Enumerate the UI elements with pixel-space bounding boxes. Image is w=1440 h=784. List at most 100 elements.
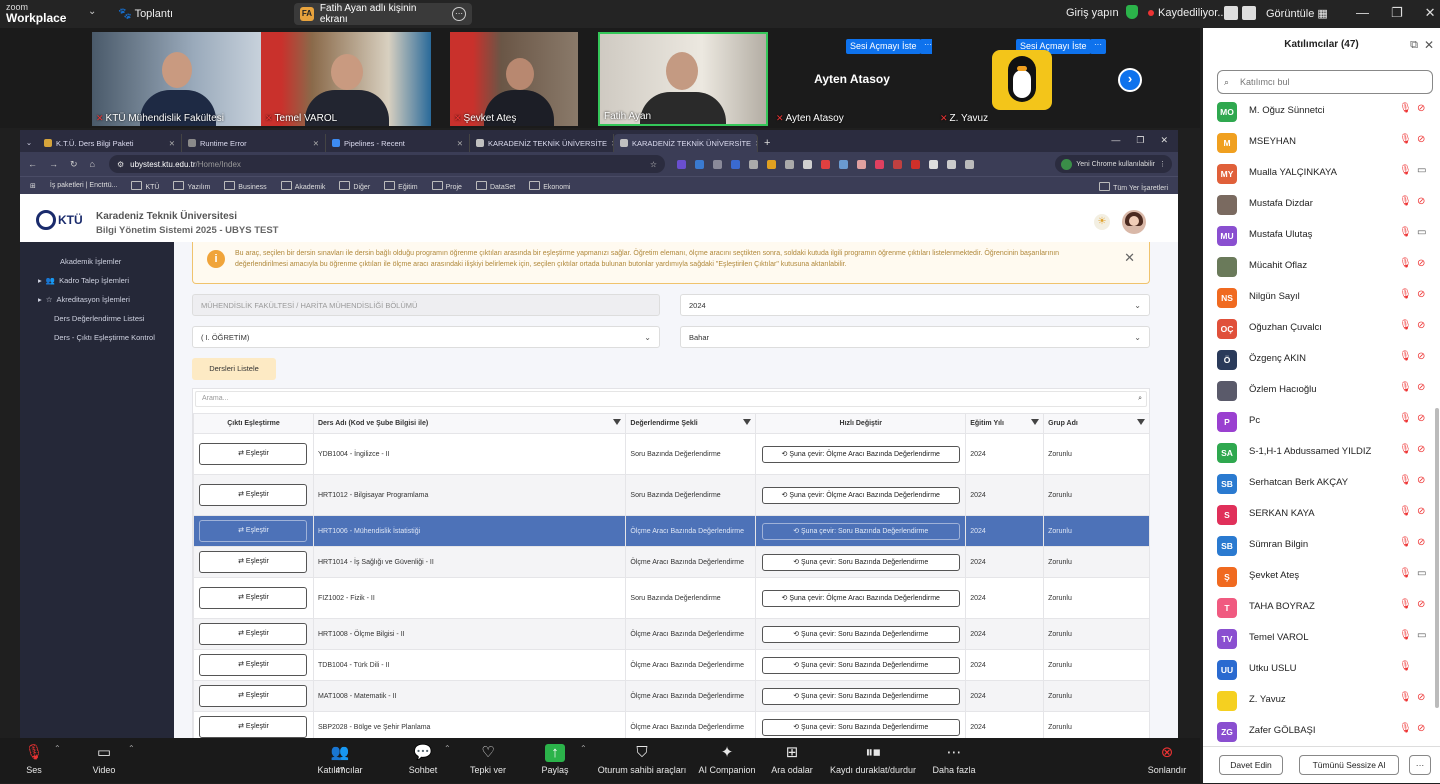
next-page-arrow-icon[interactable]: › <box>1118 68 1142 92</box>
participant-row[interactable]: MO M. Oğuz Sünnetci 🎙 ⊘ <box>1203 96 1440 127</box>
pause-stop-recording-button[interactable]: ⏸⏹ Kaydı duraklat/durdur <box>826 738 920 783</box>
participant-row[interactable]: TV Temel VAROL 🎙 ▭ <box>1203 623 1440 654</box>
video-tile[interactable]: ✕ Şevket Ateş <box>450 32 578 126</box>
screen-share-badge[interactable]: FA Fatih Ayan adlı kişinin ekranı ··· <box>294 3 472 25</box>
site-info-icon[interactable]: ⚙ <box>117 160 124 169</box>
more-icon[interactable]: ··· <box>1090 39 1106 54</box>
stop-recording-icon[interactable] <box>1242 6 1256 20</box>
bookmark-folder[interactable]: DataSet <box>476 181 515 191</box>
extension-icon[interactable] <box>892 159 902 169</box>
quick-change-button[interactable]: ⟲ Şuna çevir: Soru Bazında Değerlendirme <box>761 522 960 540</box>
participant-row[interactable]: Z. Yavuz 🎙 ⊘ <box>1203 685 1440 716</box>
extension-icon[interactable] <box>694 159 704 169</box>
quick-change-button[interactable]: ⟲ Şuna çevir: Ölçme Aracı Bazında Değerl… <box>761 589 960 607</box>
chevron-down-icon[interactable]: ⌄ <box>88 6 96 17</box>
participant-row[interactable]: MY Mualla YALÇINKAYA 🎙 ▭ <box>1203 158 1440 189</box>
education-type-select[interactable]: ( I. ÖĞRETİM) ⌄ <box>192 326 660 348</box>
table-row[interactable]: ⇄ Eşleştir HRT1008 - Ölçme Bilgisi - II Öl… <box>193 618 1150 650</box>
grid-search-input[interactable]: Arama... ⌕ <box>195 391 1147 407</box>
sidebar-item-course-outcome-matching[interactable]: Ders - Çıktı Eşleştirme Kontrol <box>20 328 174 346</box>
bookmark-folder[interactable]: Ekonomi <box>529 181 570 191</box>
meeting-menu[interactable]: 🐾 Toplantı <box>118 7 173 20</box>
bookmark-folder[interactable]: KTÜ <box>131 181 159 191</box>
extension-icon[interactable] <box>712 159 722 169</box>
quick-change-button[interactable]: ⟲ Şuna çevir: Soru Bazında Değerlendirme <box>761 625 960 643</box>
more-icon[interactable]: ··· <box>920 39 932 54</box>
participant-row[interactable]: SB Sümran Bilgin 🎙 ⊘ <box>1203 530 1440 561</box>
share-button[interactable]: ↑ Paylaş ⌃ <box>538 738 587 783</box>
host-tools-button[interactable]: ⛉ Oturum sahibi araçları <box>596 738 688 783</box>
participants-button[interactable]: 👥47 Katılımcılar <box>312 738 368 783</box>
participant-row[interactable]: M MSEYHAN 🎙 ⊘ <box>1203 127 1440 158</box>
browser-tab[interactable]: Runtime Error ✕ <box>182 134 326 152</box>
participant-row[interactable]: OÇ Oğuzhan Çuvalcı 🎙 ⊘ <box>1203 313 1440 344</box>
participant-row[interactable]: Mücahit Oflaz 🎙 ⊘ <box>1203 251 1440 282</box>
video-tile[interactable]: ✕ KTÜ Mühendislik Fakültesi <box>92 32 262 126</box>
apps-grid-icon[interactable]: ⊞ <box>30 182 36 190</box>
quick-change-button[interactable]: ⟲ Şuna çevir: Soru Bazında Değerlendirme <box>761 687 960 705</box>
maximize-icon[interactable]: ❐ <box>1136 135 1144 146</box>
faculty-select[interactable]: MÜHENDİSLİK FAKÜLTESİ / HARİTA MÜHENDİSL… <box>192 294 660 316</box>
table-row[interactable]: ⇄ Eşleştir YDB1004 - İngilizce - II Soru B… <box>193 433 1150 475</box>
more-icon[interactable]: ··· <box>452 7 466 21</box>
chat-button[interactable]: 💬 Sohbet ⌃ <box>404 738 451 783</box>
extension-icon[interactable] <box>784 159 794 169</box>
breakout-rooms-button[interactable]: ⊞ Ara odalar <box>770 738 814 783</box>
match-button[interactable]: ⇄ Eşleştir <box>199 520 308 542</box>
login-link[interactable]: Giriş yapın <box>1066 7 1119 19</box>
all-bookmarks[interactable]: Tüm Yer İşaretleri <box>1099 182 1168 192</box>
shield-icon[interactable] <box>1126 5 1138 19</box>
sidebar-item-accreditation[interactable]: ▸ ☆ Akreditasyon İşlemleri <box>20 290 174 308</box>
chrome-update-button[interactable]: Yeni Chrome kullanılabilir ⋮ <box>1055 155 1172 173</box>
close-icon[interactable]: ✕ <box>1425 5 1436 21</box>
column-header[interactable]: Ders Adı (Kod ve Şube Bilgisi ile) <box>312 413 627 434</box>
invite-button[interactable]: Davet Edin <box>1219 755 1283 775</box>
browser-tab[interactable]: KARADENİZ TEKNİK ÜNİVERSİTE✕ <box>470 134 614 152</box>
browser-tab[interactable]: Pipelines - Recent ✕ <box>326 134 470 152</box>
bookmark-folder[interactable]: Yazılım <box>173 181 210 191</box>
bookmark-folder[interactable]: Business <box>224 181 266 191</box>
reload-icon[interactable]: ↻ <box>70 159 78 170</box>
ask-to-unmute-button[interactable]: Sesi Açmayı İste <box>846 39 921 54</box>
participant-row[interactable]: MU Mustafa Ulutaş 🎙 ▭ <box>1203 220 1440 251</box>
pause-recording-icon[interactable] <box>1224 6 1238 20</box>
column-header[interactable]: Grup Adı <box>1043 413 1150 434</box>
quick-change-button[interactable]: ⟲ Şuna çevir: Ölçme Aracı Bazında Değerl… <box>761 445 960 463</box>
extension-icon[interactable] <box>838 159 848 169</box>
user-avatar[interactable] <box>1122 210 1146 234</box>
table-row[interactable]: ⇄ Eşleştir TDB1004 - Türk Dili - II Ölçme … <box>193 649 1150 681</box>
video-tile-active-speaker[interactable]: Fatih Ayan <box>598 32 768 126</box>
forward-icon[interactable]: → <box>49 159 58 170</box>
participant-row[interactable]: T TAHA BOYRAZ 🎙 ⊘ <box>1203 592 1440 623</box>
table-row[interactable]: ⇄ Eşleştir FIZ1002 - Fizik - II Soru Bazın… <box>193 577 1150 619</box>
participant-row[interactable]: Mustafa Dizdar 🎙 ⊘ <box>1203 189 1440 220</box>
extension-icon[interactable] <box>928 159 938 169</box>
extension-icon[interactable] <box>874 159 884 169</box>
column-header[interactable]: Değerlendirme Şekli <box>625 413 757 434</box>
match-button[interactable]: ⇄ Eşleştir <box>199 587 308 609</box>
table-row[interactable]: ⇄ Eşleştir SBP2028 - Bölge ve Şehir Planl… <box>193 711 1150 738</box>
video-tile[interactable]: ✕ Temel VAROL <box>261 32 431 126</box>
home-icon[interactable]: ⌂ <box>90 159 95 170</box>
extension-icon[interactable] <box>802 159 812 169</box>
participant-row[interactable]: Ş Şevket Ateş 🎙 ▭ <box>1203 561 1440 592</box>
sidebar-item-academic[interactable]: Akademik İşlemler <box>20 252 174 270</box>
participant-row[interactable]: S SERKAN KAYA 🎙 ⊘ <box>1203 499 1440 530</box>
ai-companion-button[interactable]: ✦ AI Companion <box>696 738 758 783</box>
match-button[interactable]: ⇄ Eşleştir <box>199 551 308 573</box>
extension-icon[interactable] <box>748 159 758 169</box>
table-row[interactable]: ⇄ Eşleştir HRT1006 - Mühendislik İstatist… <box>193 515 1150 547</box>
pop-out-icon[interactable]: ⧉ <box>1410 28 1418 62</box>
panel-scrollbar[interactable] <box>1435 408 1439 708</box>
react-button[interactable]: ♡ Tepki ver <box>466 738 510 783</box>
participant-row[interactable]: NS Nilgün Sayıl 🎙 ⊘ <box>1203 282 1440 313</box>
extension-icon[interactable] <box>946 159 956 169</box>
quick-change-button[interactable]: ⟲ Şuna çevir: Soru Bazında Değerlendirme <box>761 718 960 736</box>
extension-icon[interactable] <box>964 159 974 169</box>
bookmark-item[interactable]: İş paketleri | Enctrtü... <box>50 182 118 189</box>
bookmark-folder[interactable]: Proje <box>432 181 462 191</box>
extension-icon[interactable] <box>910 159 920 169</box>
new-tab-icon[interactable]: + <box>758 134 776 152</box>
participant-row[interactable]: SA S-1,H-1 Abdussamed YILDIZ 🎙 ⊘ <box>1203 437 1440 468</box>
quick-change-button[interactable]: ⟲ Şuna çevir: Soru Bazında Değerlendirme <box>761 553 960 571</box>
